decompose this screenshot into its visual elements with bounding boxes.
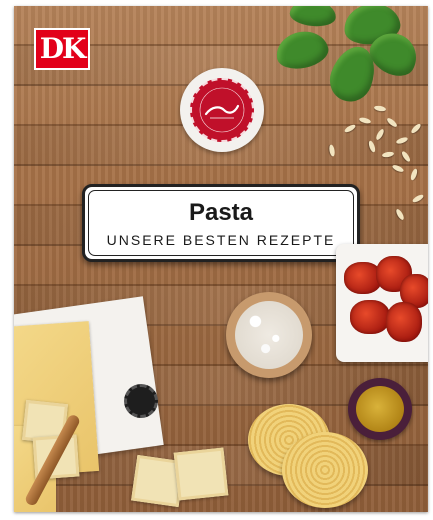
book-cover: DK Pasta UNSERE BESTEN REZEPTE: [14, 6, 428, 512]
passion-fruit-icon: [348, 378, 412, 440]
parmesan-bowl-icon: [226, 292, 312, 378]
dried-tomatoes-icon: [336, 244, 428, 362]
book-title: Pasta: [188, 199, 254, 226]
badge-seal: [190, 78, 254, 142]
title-plate: Pasta UNSERE BESTEN REZEPTE: [82, 184, 360, 262]
book-subtitle: UNSERE BESTEN REZEPTE: [106, 232, 336, 248]
badge-emblem: [199, 87, 245, 133]
dk-logo: DK: [34, 28, 90, 70]
kochkunst-badge: [180, 68, 264, 152]
